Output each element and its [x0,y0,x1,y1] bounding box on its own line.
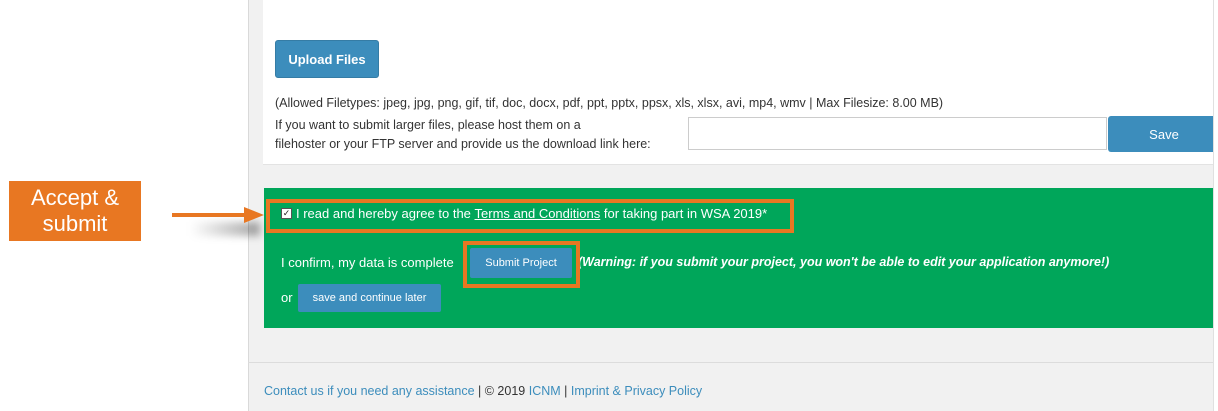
warning-text: (Warning: if you submit your project, yo… [578,255,1110,269]
or-text: or [281,290,293,305]
footer-divider [248,362,1218,363]
confirm-text: I confirm, my data is complete [281,255,454,270]
save-link-button[interactable]: Save [1108,116,1218,152]
annotation-line2: submit [42,211,108,236]
imprint-privacy-link[interactable]: Imprint & Privacy Policy [571,384,702,398]
annotation-arrow-icon [172,207,264,223]
annotation-line1: Accept & [30,185,120,210]
allowed-filetypes-text: (Allowed Filetypes: jpeg, jpg, png, gif,… [275,96,944,110]
right-edge [1213,0,1218,411]
larger-files-line2: filehoster or your FTP server and provid… [275,137,651,151]
accept-submit-annotation: Accept & submit [9,181,141,241]
upload-files-button[interactable]: Upload Files [275,40,379,78]
footer-separator: | [560,384,571,398]
agreement-highlight-box [266,199,794,233]
submit-highlight-box [463,241,580,288]
larger-files-hint: If you want to submit larger files, plea… [275,116,695,154]
footer: Contact us if you need any assistance | … [264,384,702,398]
download-link-input[interactable] [688,117,1107,150]
larger-files-line1: If you want to submit larger files, plea… [275,118,581,132]
save-continue-later-button[interactable]: save and continue later [298,284,441,312]
icnm-link[interactable]: ICNM [529,384,561,398]
contact-link[interactable]: Contact us if you need any assistance [264,384,475,398]
copyright-text: | © 2019 [474,384,529,398]
